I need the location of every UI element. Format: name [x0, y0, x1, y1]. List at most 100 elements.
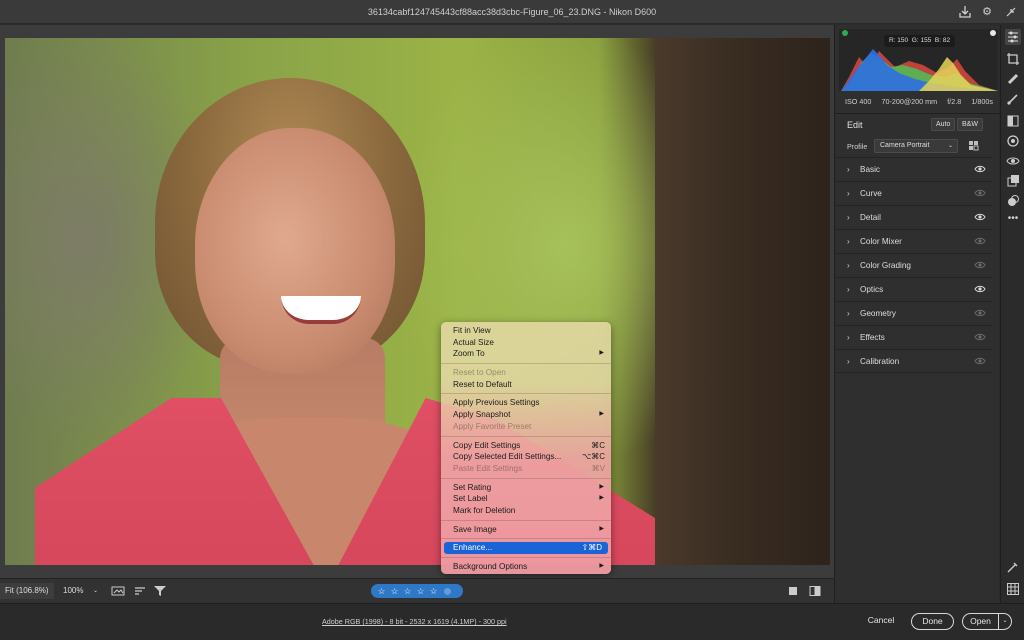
chevron-down-icon[interactable]: ⌄ — [998, 613, 1012, 630]
camera-info: ISO 400 70-200@200 mm f/2.8 1/800s — [845, 97, 993, 106]
more-options-icon[interactable]: ••• — [1005, 211, 1021, 227]
zoom-level-select[interactable]: 100% ⌄ — [58, 583, 100, 599]
photo-preview[interactable] — [5, 38, 830, 565]
chevron-right-icon: › — [847, 261, 850, 270]
eye-icon[interactable] — [974, 284, 986, 294]
cancel-button[interactable]: Cancel — [859, 613, 903, 630]
before-after-icon[interactable] — [808, 585, 822, 597]
submenu-arrow-icon: ▶ — [599, 350, 604, 357]
menu-separator — [441, 477, 611, 479]
filmstrip-toolbar: Fit (106.8%) 100% ⌄ ☆ ☆ ☆ ☆ ☆ — [0, 578, 834, 603]
bw-button[interactable]: B&W — [957, 118, 983, 131]
sort-icon[interactable] — [133, 585, 147, 597]
profile-select[interactable]: Camera Portrait ⌄ — [874, 139, 958, 153]
eye-icon[interactable] — [974, 236, 986, 246]
menu-item-set-rating[interactable]: Set Rating ▶ — [441, 482, 611, 494]
menu-item-zoom-to[interactable]: Zoom To ▶ — [441, 348, 611, 360]
photo-background-tree — [655, 38, 830, 565]
save-icon[interactable] — [958, 5, 972, 19]
eye-icon[interactable] — [974, 212, 986, 222]
section-effects[interactable]: › Effects — [835, 325, 992, 349]
section-color-grading[interactable]: › Color Grading — [835, 253, 992, 277]
context-menu[interactable]: Fit in View Actual Size Zoom To ▶ Reset t… — [441, 322, 611, 574]
profile-label: Profile — [847, 142, 868, 151]
submenu-arrow-icon: ▶ — [599, 495, 604, 502]
edit-header: Edit Auto B&W — [835, 113, 1000, 135]
menu-item-background-options[interactable]: Background Options ▶ — [441, 561, 611, 573]
healing-brush-icon[interactable] — [1005, 71, 1021, 87]
submenu-arrow-icon: ▶ — [599, 483, 604, 490]
menu-item-enhance[interactable]: Enhance... ⇧⌘D — [444, 542, 608, 554]
shutter-value: 1/800s — [971, 97, 993, 106]
star-icon[interactable]: ☆ — [402, 584, 413, 598]
rating-stars[interactable]: ☆ ☆ ☆ ☆ ☆ — [371, 584, 463, 598]
eye-icon[interactable] — [974, 308, 986, 318]
single-view-icon[interactable] — [786, 585, 800, 597]
menu-item-actual-size[interactable]: Actual Size — [441, 337, 611, 349]
brush-icon[interactable] — [1005, 91, 1021, 107]
menu-item-copy-edit-settings[interactable]: Copy Edit Settings ⌘C — [441, 440, 611, 452]
star-icon[interactable]: ☆ — [376, 584, 387, 598]
menu-item-reset-to-default[interactable]: Reset to Default — [441, 379, 611, 391]
menu-item-mark-for-deletion[interactable]: Mark for Deletion — [441, 505, 611, 517]
chevron-right-icon: › — [847, 213, 850, 222]
menu-separator — [441, 435, 611, 437]
histogram[interactable]: R: 150 G: 155 B: 82 — [839, 29, 998, 91]
auto-button[interactable]: Auto — [931, 118, 956, 131]
zoom-fit-button[interactable]: Fit (106.8%) — [0, 583, 54, 599]
done-button[interactable]: Done — [911, 613, 954, 630]
grid-overlay-icon[interactable] — [1005, 581, 1021, 597]
section-calibration[interactable]: › Calibration — [835, 349, 992, 373]
presets-icon[interactable] — [1005, 193, 1021, 209]
chevron-right-icon: › — [847, 189, 850, 198]
toggle-sampler-icon[interactable] — [1005, 559, 1021, 575]
menu-item-paste-edit-settings: Paste Edit Settings ⌘V — [453, 463, 605, 473]
open-button[interactable]: Open — [962, 613, 998, 630]
linear-gradient-icon[interactable] — [1005, 113, 1021, 129]
star-icon[interactable]: ☆ — [415, 584, 426, 598]
section-geometry[interactable]: › Geometry — [835, 301, 992, 325]
eye-icon[interactable] — [974, 332, 986, 342]
chevron-right-icon: › — [847, 309, 850, 318]
section-color-mixer[interactable]: › Color Mixer — [835, 229, 992, 253]
menu-separator — [441, 538, 611, 540]
menu-item-apply-snapshot[interactable]: Apply Snapshot ▶ — [441, 409, 611, 421]
menu-separator — [441, 393, 611, 395]
menu-item-set-label[interactable]: Set Label ▶ — [441, 493, 611, 505]
eye-icon[interactable] — [974, 188, 986, 198]
color-label-icon[interactable] — [444, 587, 451, 595]
chevron-down-icon: ⌄ — [947, 143, 953, 149]
section-detail[interactable]: › Detail — [835, 205, 992, 229]
red-eye-icon[interactable] — [1005, 153, 1021, 169]
submenu-arrow-icon: ▶ — [599, 525, 604, 532]
gear-icon[interactable]: ⚙ — [980, 5, 994, 19]
menu-item-apply-favorite-preset: Apply Favorite Preset — [453, 421, 532, 431]
workflow-options-link[interactable]: Adobe RGB (1998) - 8 bit - 2532 x 1619 (… — [322, 617, 507, 626]
eye-icon[interactable] — [974, 356, 986, 366]
star-icon[interactable]: ☆ — [389, 584, 400, 598]
section-optics[interactable]: › Optics — [835, 277, 992, 301]
menu-item-fit-in-view[interactable]: Fit in View — [441, 325, 611, 337]
menu-item-reset-to-open: Reset to Open — [453, 368, 506, 378]
menu-item-copy-selected-edit-settings[interactable]: Copy Selected Edit Settings... ⌥⌘C — [441, 451, 611, 463]
chevron-right-icon: › — [847, 357, 850, 366]
eye-icon[interactable] — [974, 164, 986, 174]
filter-icon[interactable] — [153, 585, 167, 597]
radial-gradient-icon[interactable] — [1005, 133, 1021, 149]
star-icon[interactable]: ☆ — [428, 584, 439, 598]
lens-value: 70-200@200 mm — [881, 97, 938, 106]
menu-item-save-image[interactable]: Save Image ▶ — [441, 524, 611, 536]
collapse-icon[interactable] — [1004, 5, 1018, 19]
menu-item-apply-previous-settings[interactable]: Apply Previous Settings — [441, 397, 611, 409]
filmstrip-icon[interactable] — [111, 585, 125, 597]
profile-browser-icon[interactable] — [968, 140, 980, 152]
snapshots-icon[interactable] — [1005, 173, 1021, 189]
crop-icon[interactable] — [1005, 51, 1021, 67]
image-canvas[interactable] — [0, 25, 834, 578]
eye-icon[interactable] — [974, 260, 986, 270]
profile-row: Profile Camera Portrait ⌄ — [835, 137, 1000, 157]
section-basic[interactable]: › Basic — [835, 157, 992, 181]
section-curve[interactable]: › Curve — [835, 181, 992, 205]
edit-sliders-icon[interactable] — [1005, 29, 1021, 45]
submenu-arrow-icon: ▶ — [599, 411, 604, 418]
